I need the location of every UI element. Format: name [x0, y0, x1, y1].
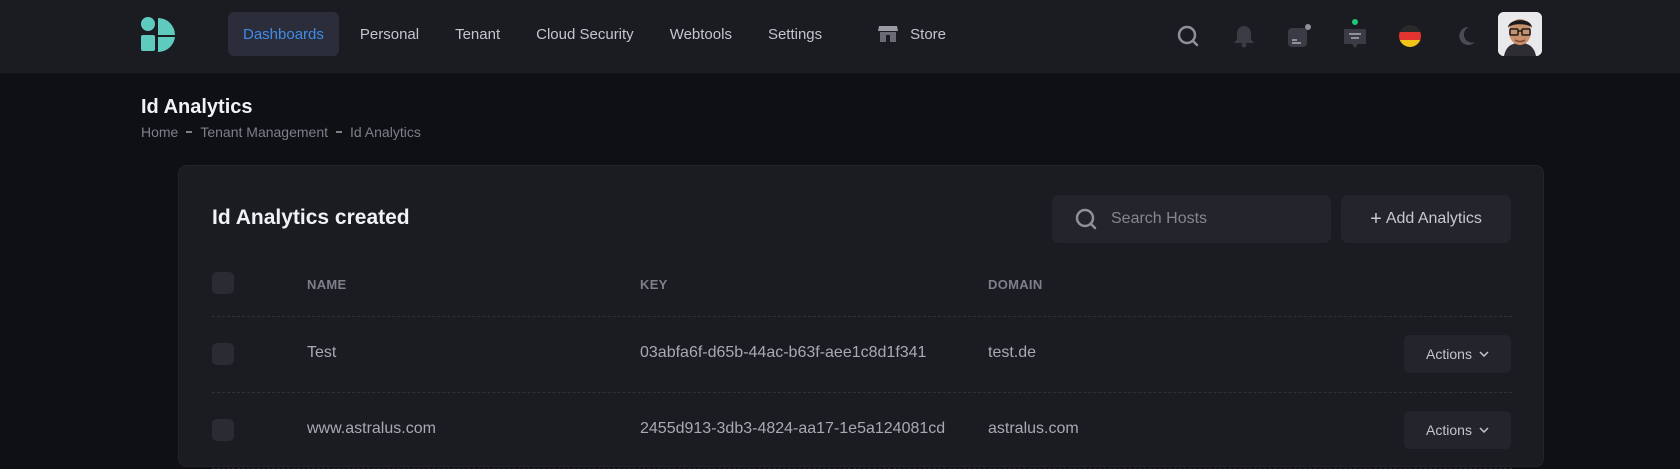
avatar[interactable]: [1498, 12, 1542, 56]
add-analytics-label: Add Analytics: [1385, 210, 1482, 227]
app-logo[interactable]: [140, 17, 176, 53]
card-title: Id Analytics created: [212, 206, 410, 229]
nav-cloud-security[interactable]: Cloud Security: [521, 12, 649, 56]
breadcrumb-tenant-management[interactable]: Tenant Management: [200, 124, 328, 140]
nav-dashboards[interactable]: Dashboards: [228, 12, 339, 56]
row-key: 03abfa6f-d65b-44ac-b63f-aee1c8d1f341: [640, 344, 927, 361]
nav-settings[interactable]: Settings: [753, 12, 837, 56]
add-analytics-button[interactable]: + Add Analytics: [1341, 195, 1511, 243]
column-header-key[interactable]: KEY: [640, 277, 668, 292]
search-icon[interactable]: [1170, 18, 1206, 54]
page-title: Id Analytics: [141, 96, 253, 118]
row-name: Test: [307, 344, 337, 361]
nav-webtools[interactable]: Webtools: [655, 12, 747, 56]
table-header: NAME KEY DOMAIN: [212, 250, 1512, 317]
actions-button[interactable]: Actions: [1404, 411, 1511, 449]
breadcrumb-separator: [336, 131, 342, 133]
search-box: [1052, 195, 1331, 243]
top-navbar: Dashboards Personal Tenant Cloud Securit…: [0, 0, 1680, 74]
row-domain: astralus.com: [988, 420, 1079, 437]
actions-label: Actions: [1426, 346, 1472, 362]
row-checkbox[interactable]: [212, 419, 234, 441]
select-all-checkbox[interactable]: [212, 272, 234, 294]
breadcrumb-home[interactable]: Home: [141, 124, 178, 140]
chat-icon[interactable]: [1337, 18, 1373, 54]
actions-label: Actions: [1426, 422, 1472, 438]
nav-tenant[interactable]: Tenant: [440, 12, 515, 56]
bell-icon[interactable]: [1226, 18, 1262, 54]
breadcrumb-current: Id Analytics: [350, 124, 421, 140]
search-input[interactable]: [1109, 209, 1313, 229]
store-icon: [878, 25, 899, 43]
row-domain: test.de: [988, 344, 1037, 361]
plus-icon: +: [1370, 208, 1382, 230]
row-name: www.astralus.com: [307, 420, 436, 437]
breadcrumb: Home Tenant Management Id Analytics: [141, 124, 421, 140]
chevron-down-icon: [1479, 351, 1489, 357]
moon-icon[interactable]: [1448, 18, 1484, 54]
search-icon: [1075, 208, 1097, 230]
activity-icon[interactable]: [1281, 18, 1317, 54]
chevron-down-icon: [1479, 427, 1489, 433]
analytics-card: Id Analytics created + Add Analytics NAM…: [178, 165, 1544, 469]
table-row: www.astralus.com 2455d913-3db3-4824-aa17…: [212, 393, 1512, 469]
table-row: Test 03abfa6f-d65b-44ac-b63f-aee1c8d1f34…: [212, 317, 1512, 393]
breadcrumb-separator: [186, 131, 193, 133]
actions-button[interactable]: Actions: [1404, 335, 1511, 373]
german-flag-icon[interactable]: [1392, 18, 1428, 54]
row-checkbox[interactable]: [212, 343, 234, 365]
row-key: 2455d913-3db3-4824-aa17-1e5a124081cd: [640, 420, 946, 437]
nav-store-label: Store: [910, 25, 947, 43]
nav-store[interactable]: Store: [863, 12, 961, 56]
main-nav: Dashboards Personal Tenant Cloud Securit…: [228, 12, 967, 56]
nav-personal[interactable]: Personal: [345, 12, 434, 56]
column-header-name[interactable]: NAME: [307, 277, 346, 292]
column-header-domain[interactable]: DOMAIN: [988, 277, 1043, 292]
